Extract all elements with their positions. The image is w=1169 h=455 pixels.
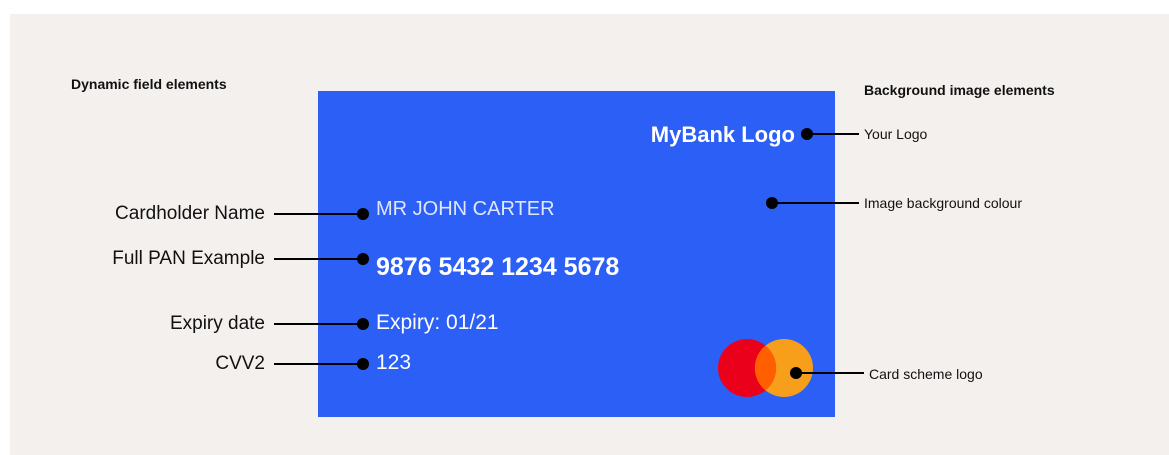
dot-cvv xyxy=(357,358,369,370)
dot-logo xyxy=(801,128,813,140)
dot-cardholder xyxy=(357,208,369,220)
dot-expiry xyxy=(357,318,369,330)
callout-lines xyxy=(274,128,864,379)
dot-pan xyxy=(357,253,369,265)
dot-scheme xyxy=(790,367,802,379)
dot-background xyxy=(766,197,778,209)
